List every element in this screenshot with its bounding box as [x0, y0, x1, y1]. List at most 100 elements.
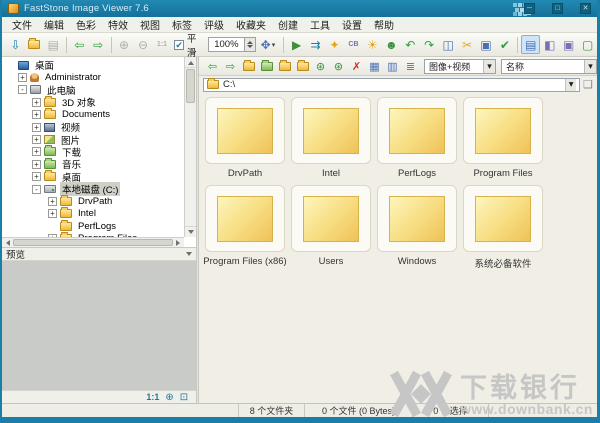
tree-item-3d-objects[interactable]: + 3D 对象 [2, 96, 184, 108]
expander-icon[interactable]: + [18, 73, 27, 82]
dropdown-caret-icon[interactable]: ▾ [483, 60, 495, 73]
scrollbar-thumb[interactable] [13, 239, 173, 246]
tree-item-pictures[interactable]: + 图片 [2, 133, 184, 145]
folder-tile-intel[interactable]: Intel [291, 97, 371, 183]
path-dropdown-caret-icon[interactable]: ▾ [565, 79, 576, 91]
forward-icon[interactable]: ⇨ [222, 58, 239, 74]
file-filter-select[interactable]: 图像+视频 ▾ [424, 59, 496, 74]
menu-file[interactable]: 文件 [6, 16, 38, 33]
hand-tool-icon[interactable]: ✥▾ [256, 35, 281, 54]
previous-image-icon[interactable]: ⇦ [70, 35, 89, 54]
tree-item-documents[interactable]: + Documents [2, 109, 184, 121]
lens-icon[interactable]: ⊕ [165, 392, 173, 403]
zoom-out-icon[interactable]: ⊖ [134, 35, 153, 54]
tree-item-videos[interactable]: + 视频 [2, 121, 184, 133]
folder-tile-users[interactable]: Users [291, 185, 371, 271]
next-image-icon[interactable]: ⇨ [89, 35, 108, 54]
folder-up-icon[interactable] [240, 58, 257, 74]
folder-tile-system-software[interactable]: 系统必备软件 [463, 185, 543, 271]
folder-refresh-icon[interactable] [258, 58, 275, 74]
folder-tile-program-files-x86[interactable]: Program Files (x86) [205, 185, 285, 271]
expander-icon[interactable]: + [48, 209, 57, 218]
web-folder-icon[interactable]: ⊛ [312, 58, 329, 74]
zoom-percent-input[interactable]: 100% [208, 37, 246, 52]
tree-item-desktop-root[interactable]: 桌面 [2, 59, 184, 71]
email-image-icon[interactable]: ✔ [495, 35, 514, 54]
dropdown-caret-icon[interactable]: ▾ [584, 60, 596, 73]
folder-tile-windows[interactable]: Windows [377, 185, 457, 271]
adjust-lighting-icon[interactable]: ☀ [363, 35, 382, 54]
menu-help[interactable]: 帮助 [368, 16, 400, 33]
expander-icon[interactable]: + [32, 135, 41, 144]
expander-icon[interactable]: - [18, 85, 27, 94]
tree-item-this-pc[interactable]: - 此电脑 [2, 84, 184, 96]
rotate-right-icon[interactable]: ↷ [420, 35, 439, 54]
tree-item-administrator[interactable]: + Administrator [2, 71, 184, 83]
open-folder-icon[interactable] [25, 35, 44, 54]
menu-edit[interactable]: 编辑 [38, 16, 70, 33]
close-button[interactable]: ✕ [580, 3, 591, 14]
copy-path-icon[interactable]: ❏ [583, 78, 593, 91]
tree-item-perflogs[interactable]: PerfLogs [2, 220, 184, 232]
menu-tools[interactable]: 工具 [304, 16, 336, 33]
batch-convert-icon[interactable]: CB [344, 35, 363, 54]
expander-icon[interactable]: + [32, 98, 41, 107]
scroll-down-icon[interactable] [185, 226, 196, 237]
menu-effects[interactable]: 特效 [102, 16, 134, 33]
expander-icon[interactable]: + [32, 123, 41, 132]
menu-view[interactable]: 视图 [134, 16, 166, 33]
copy-move-icon[interactable]: ⇉ [306, 35, 325, 54]
delete-icon[interactable]: ✗ [348, 58, 365, 74]
tree-item-downloads[interactable]: + 下载 [2, 146, 184, 158]
import-photos-icon[interactable]: ⇩ [6, 35, 25, 54]
browser-view-icon[interactable]: ▤ [521, 35, 540, 54]
effects-icon[interactable]: ✦ [325, 35, 344, 54]
tree-vertical-scrollbar[interactable] [184, 57, 196, 237]
slideshow-icon[interactable]: ▶ [287, 35, 306, 54]
tree-item-local-disk-c[interactable]: - 本地磁盘 (C:) [2, 183, 184, 195]
menu-color[interactable]: 色彩 [70, 16, 102, 33]
fullscreen-view-icon[interactable]: ▣ [559, 35, 578, 54]
tree-item-intel[interactable]: + Intel [2, 208, 184, 220]
expander-icon[interactable]: + [32, 160, 41, 169]
list-view-icon[interactable]: ≣ [402, 58, 419, 74]
folder-favorites-icon[interactable] [294, 58, 311, 74]
screen-capture-icon[interactable]: ✂ [458, 35, 477, 54]
maximize-button[interactable]: □ [552, 3, 563, 14]
actual-size-icon[interactable]: 1:1 [152, 35, 171, 54]
folder-tile-drvpath[interactable]: DrvPath [205, 97, 285, 183]
collapse-panel-icon[interactable] [186, 252, 192, 259]
print-icon[interactable]: ▣ [477, 35, 496, 54]
network-folder-icon[interactable]: ⊛ [330, 58, 347, 74]
menu-create[interactable]: 创建 [272, 16, 304, 33]
path-input[interactable]: C:\ ▾ [203, 78, 580, 92]
fit-to-window-icon[interactable]: ⊡ [180, 392, 188, 403]
scrollbar-thumb[interactable] [186, 69, 195, 103]
checkbox-check-icon[interactable]: ✔ [174, 40, 184, 50]
thumbnail-view-icon[interactable]: ▦ [366, 58, 383, 74]
save-icon[interactable]: ▤ [44, 35, 63, 54]
menu-settings[interactable]: 设置 [336, 16, 368, 33]
folder-browse-icon[interactable] [276, 58, 293, 74]
expander-icon[interactable]: - [32, 185, 41, 194]
select-area-icon[interactable]: ▢ [578, 35, 597, 54]
tree-horizontal-scrollbar[interactable] [2, 237, 184, 247]
column-view-icon[interactable]: ▥ [384, 58, 401, 74]
back-icon[interactable]: ⇦ [204, 58, 221, 74]
tree-item-drvpath[interactable]: + DrvPath [2, 195, 184, 207]
folder-tile-program-files[interactable]: Program Files [463, 97, 543, 183]
rotate-left-icon[interactable]: ↶ [401, 35, 420, 54]
scroll-left-icon[interactable] [3, 240, 10, 246]
menu-favorites[interactable]: 收藏夹 [230, 16, 272, 33]
zoom-in-icon[interactable]: ⊕ [115, 35, 134, 54]
minimize-button[interactable]: ─ [524, 3, 535, 14]
compare-images-icon[interactable]: ◫ [439, 35, 458, 54]
scroll-right-icon[interactable] [176, 240, 183, 246]
sort-order-select[interactable]: 名称 ▾ [501, 59, 597, 74]
expander-icon[interactable]: + [32, 110, 41, 119]
smooth-checkbox[interactable]: ✔ 平滑 [174, 31, 204, 59]
scroll-up-icon[interactable] [185, 57, 196, 68]
expander-icon[interactable]: + [32, 147, 41, 156]
expander-icon[interactable]: + [48, 197, 57, 206]
windowed-view-icon[interactable]: ◧ [540, 35, 559, 54]
